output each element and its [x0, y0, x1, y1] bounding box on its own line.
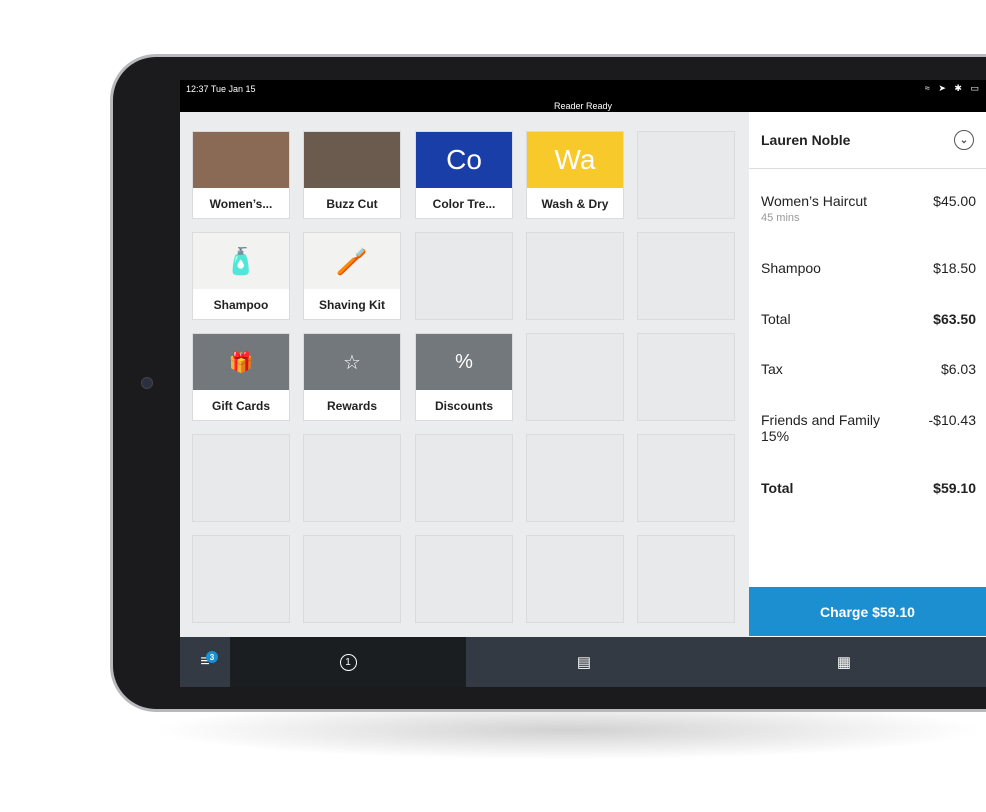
- tab-library[interactable]: 1: [230, 637, 466, 687]
- discount-tag-icon: %: [416, 334, 512, 390]
- chevron-down-icon[interactable]: ⌄: [954, 130, 974, 150]
- line-sub: 45 mins: [761, 212, 800, 224]
- ticket-count-badge: 3: [206, 651, 218, 663]
- empty-tile[interactable]: [637, 232, 735, 320]
- item-label: Shaving Kit: [318, 297, 385, 312]
- line-amount: $45.00: [933, 193, 976, 209]
- empty-tile[interactable]: [415, 535, 513, 623]
- bluetooth-icon: ✱: [954, 83, 965, 93]
- line-name: Total: [761, 480, 794, 496]
- empty-tile[interactable]: [303, 535, 401, 623]
- empty-tile[interactable]: [637, 535, 735, 623]
- status-bar: 12:37 Tue Jan 15 ≈ ➤ ✱ ▭ Reader Ready: [180, 80, 986, 112]
- item-tile[interactable]: 🧴 Shampoo: [192, 232, 290, 320]
- item-tile[interactable]: Co Color Tre...: [415, 131, 513, 219]
- item-label: Discounts: [434, 398, 493, 413]
- reader-status: Reader Ready: [553, 101, 613, 111]
- discount-line[interactable]: Friends and Family 15% -$10.43: [761, 412, 976, 444]
- empty-tile[interactable]: [192, 434, 290, 522]
- status-time: 12:37 Tue Jan 15: [186, 84, 256, 94]
- open-tickets-button[interactable]: ≡ 3: [180, 637, 230, 687]
- item-label: Color Tre...: [432, 196, 496, 211]
- empty-tile[interactable]: [526, 232, 624, 320]
- shampoo-bottle-photo: 🧴: [193, 233, 289, 289]
- cart-line[interactable]: Women’s Haircut 45 mins $45.00: [761, 193, 976, 224]
- line-amount: $6.03: [940, 361, 976, 377]
- tab-items-list[interactable]: ▤: [466, 637, 702, 687]
- item-label: Rewards: [326, 398, 378, 413]
- item-tile[interactable]: 🎁 Gift Cards: [192, 333, 290, 421]
- item-tile[interactable]: 🪥 Shaving Kit: [303, 232, 401, 320]
- tab-keypad[interactable]: ▦: [702, 637, 986, 687]
- gift-card-icon: 🎁: [193, 334, 289, 390]
- abbr-tile: Co: [416, 132, 512, 188]
- empty-tile[interactable]: [637, 434, 735, 522]
- line-name: Total: [761, 311, 791, 327]
- empty-tile[interactable]: [637, 333, 735, 421]
- cart-panel: Lauren Noble ⌄ Women’s Haircut 45 mins $45…: [749, 112, 986, 637]
- item-tile[interactable]: Women’s...: [192, 131, 290, 219]
- empty-tile[interactable]: [526, 434, 624, 522]
- line-name: Friends and Family 15%: [761, 412, 881, 444]
- item-tile[interactable]: % Discounts: [415, 333, 513, 421]
- item-tile[interactable]: Wa Wash & Dry: [526, 131, 624, 219]
- item-tile[interactable]: Buzz Cut: [303, 131, 401, 219]
- wifi-icon: ≈: [924, 83, 933, 93]
- line-name: Tax: [761, 361, 783, 377]
- item-label: Wash & Dry: [541, 196, 609, 211]
- item-label: Gift Cards: [211, 398, 270, 413]
- list-view-icon: ▤: [576, 654, 592, 671]
- line-amount: $18.50: [933, 260, 976, 276]
- item-label: Women’s...: [209, 196, 273, 211]
- cart-line[interactable]: Shampoo $18.50: [761, 260, 976, 276]
- line-name: Women’s Haircut: [761, 193, 868, 209]
- item-label: Buzz Cut: [326, 196, 378, 211]
- line-name: Shampoo: [761, 260, 821, 276]
- line-amount: $59.10: [933, 480, 976, 496]
- empty-tile[interactable]: [192, 535, 290, 623]
- subtotal-line: Total $63.50: [761, 311, 976, 327]
- haircut-photo: [193, 132, 289, 188]
- battery-icon: ▭: [970, 83, 982, 93]
- item-tile[interactable]: ☆ Rewards: [303, 333, 401, 421]
- total-line: Total $59.10: [761, 480, 976, 496]
- tax-line: Tax $6.03: [761, 361, 976, 377]
- camera: [141, 377, 153, 389]
- page-one-icon: 1: [339, 653, 357, 671]
- screen: 12:37 Tue Jan 15 ≈ ➤ ✱ ▭ Reader Ready Wo…: [180, 80, 986, 687]
- bottom-nav: ≡ 3 1 ▤ ▦: [180, 637, 986, 687]
- item-label: Shampoo: [213, 297, 269, 312]
- beard-trim-photo: [304, 132, 400, 188]
- line-amount: $63.50: [933, 311, 976, 327]
- charge-button[interactable]: Charge $59.10: [749, 587, 986, 636]
- customer-header[interactable]: Lauren Noble ⌄: [749, 112, 986, 169]
- empty-tile[interactable]: [415, 434, 513, 522]
- rewards-tag-icon: ☆: [304, 334, 400, 390]
- grid-icon: ▦: [836, 654, 852, 671]
- abbr-tile: Wa: [527, 132, 623, 188]
- location-icon: ➤: [938, 83, 949, 93]
- empty-tile[interactable]: [415, 232, 513, 320]
- empty-tile[interactable]: [637, 131, 735, 219]
- line-amount: -$10.43: [928, 412, 976, 428]
- empty-tile[interactable]: [526, 535, 624, 623]
- empty-tile[interactable]: [526, 333, 624, 421]
- customer-name: Lauren Noble: [761, 132, 851, 148]
- status-icons: ≈ ➤ ✱ ▭: [925, 83, 982, 94]
- empty-tile[interactable]: [303, 434, 401, 522]
- shaving-brush-photo: 🪥: [304, 233, 400, 289]
